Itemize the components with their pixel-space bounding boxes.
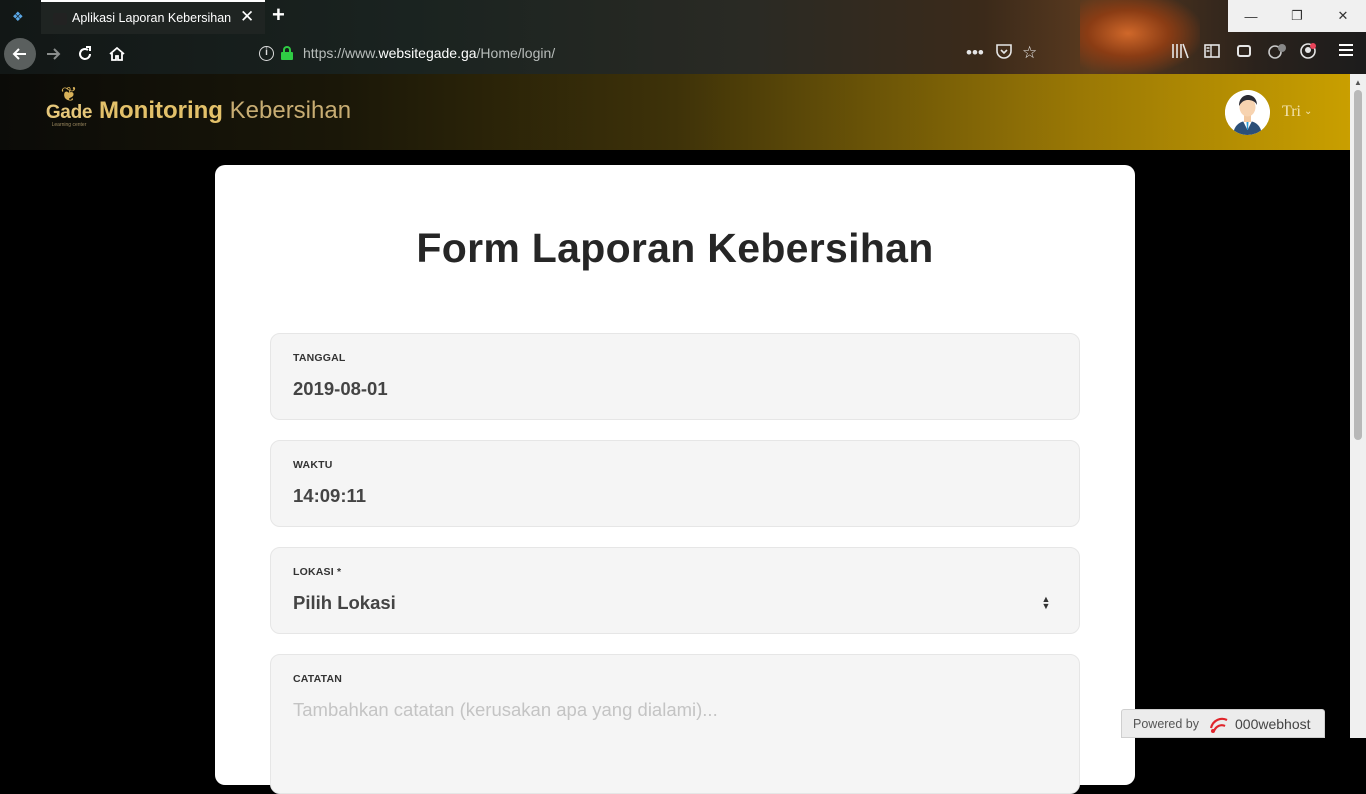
browser-tab[interactable]: Aplikasi Laporan Kebersihan ✕	[41, 0, 265, 34]
back-arrow-icon	[12, 48, 26, 60]
account-icon[interactable]	[1299, 42, 1317, 66]
date-value[interactable]: 2019-08-01	[293, 378, 388, 400]
library-icon[interactable]	[1171, 42, 1189, 66]
time-value[interactable]: 14:09:11	[293, 485, 366, 507]
close-window-button[interactable]: ✕	[1320, 0, 1366, 32]
bookmark-star-icon[interactable]: ☆	[1022, 42, 1037, 64]
browser-chrome: ❖ Aplikasi Laporan Kebersihan ✕ + — ❐ ✕ …	[0, 0, 1366, 74]
date-field[interactable]: TANGGAL 2019-08-01	[270, 333, 1080, 420]
forward-button[interactable]	[37, 38, 69, 70]
powered-by-text: Powered by	[1133, 717, 1200, 731]
select-arrows-icon[interactable]: ▲ ▼	[1041, 595, 1051, 611]
page-scrollbar[interactable]: ▲	[1350, 74, 1366, 738]
minimize-button[interactable]: —	[1228, 0, 1274, 32]
webhost-logo-icon	[1209, 717, 1228, 733]
notes-input[interactable]: Tambahkan catatan (kerusakan apa yang di…	[293, 699, 718, 721]
tab-strip: ❖ Aplikasi Laporan Kebersihan ✕ + — ❐ ✕	[0, 0, 1366, 34]
extension-icon[interactable]	[1267, 42, 1287, 66]
avatar[interactable]	[1225, 90, 1270, 135]
location-value[interactable]: Pilih Lokasi	[293, 592, 396, 614]
time-field[interactable]: WAKTU 14:09:11	[270, 440, 1080, 527]
url-domain: websitegade.ga	[378, 45, 477, 61]
notes-label: CATATAN	[293, 673, 343, 685]
page-actions-icon[interactable]: •••	[966, 42, 984, 64]
close-tab-icon[interactable]: ✕	[240, 7, 254, 27]
url-prefix: https://www.	[303, 45, 379, 61]
page-title: Form Laporan Kebersihan	[416, 225, 934, 271]
hosting-badge[interactable]: Powered by 000webhost	[1121, 709, 1325, 738]
favicon-icon	[53, 13, 67, 25]
pocket-icon[interactable]	[995, 42, 1013, 66]
sidebar-icon[interactable]	[1203, 42, 1221, 66]
brand-strong: Monitoring	[99, 97, 223, 124]
sync-extension-icon[interactable]	[1235, 42, 1253, 66]
time-label: WAKTU	[293, 459, 333, 471]
tab-title: Aplikasi Laporan Kebersihan	[72, 11, 232, 25]
scroll-thumb[interactable]	[1354, 90, 1362, 440]
new-tab-button[interactable]: +	[272, 4, 285, 26]
back-button[interactable]	[4, 38, 36, 70]
location-label: LOKASI *	[293, 566, 342, 578]
restore-button[interactable]: ❐	[1274, 0, 1320, 32]
navigation-bar: i https://www.websitegade.ga/Home/login/…	[0, 34, 1366, 74]
address-bar[interactable]: i https://www.websitegade.ga/Home/login/	[255, 40, 1055, 68]
tab-list-icon[interactable]: ❖	[12, 10, 28, 24]
reload-button[interactable]	[69, 38, 101, 70]
user-menu[interactable]: Tri ⌄	[1282, 103, 1312, 121]
site-brand[interactable]: Monitoring Kebersihan	[99, 97, 351, 125]
host-name: 000webhost	[1235, 716, 1311, 732]
site-header: ❦ Gade Learning center Monitoring Kebers…	[0, 74, 1350, 150]
home-button[interactable]	[101, 38, 133, 70]
brand-light: Kebersihan	[229, 97, 352, 124]
logo-text: Gade	[45, 102, 93, 123]
chevron-down-icon: ⌄	[1303, 106, 1313, 117]
date-label: TANGGAL	[293, 352, 346, 364]
user-avatar-icon	[1225, 90, 1270, 135]
user-name: Tri	[1282, 103, 1301, 120]
forward-arrow-icon	[47, 48, 61, 60]
reload-icon	[79, 46, 91, 60]
info-icon[interactable]: i	[259, 46, 274, 61]
scroll-up-icon[interactable]: ▲	[1350, 76, 1366, 90]
menu-icon[interactable]	[1338, 42, 1354, 64]
lock-icon[interactable]	[281, 46, 293, 60]
form-card: Form Laporan Kebersihan TANGGAL 2019-08-…	[215, 165, 1135, 794]
home-icon	[109, 46, 125, 61]
url-text[interactable]: https://www.websitegade.ga/Home/login/	[303, 45, 555, 61]
logo-subtext: Learning center	[51, 122, 87, 128]
notes-field[interactable]: CATATAN Tambahkan catatan (kerusakan apa…	[270, 654, 1080, 794]
window-controls: — ❐ ✕	[1228, 0, 1366, 32]
gade-logo[interactable]: ❦ Gade Learning center	[43, 85, 95, 138]
url-path: /Home/login/	[476, 45, 556, 61]
location-select[interactable]: LOKASI * Pilih Lokasi ▲ ▼	[270, 547, 1080, 634]
